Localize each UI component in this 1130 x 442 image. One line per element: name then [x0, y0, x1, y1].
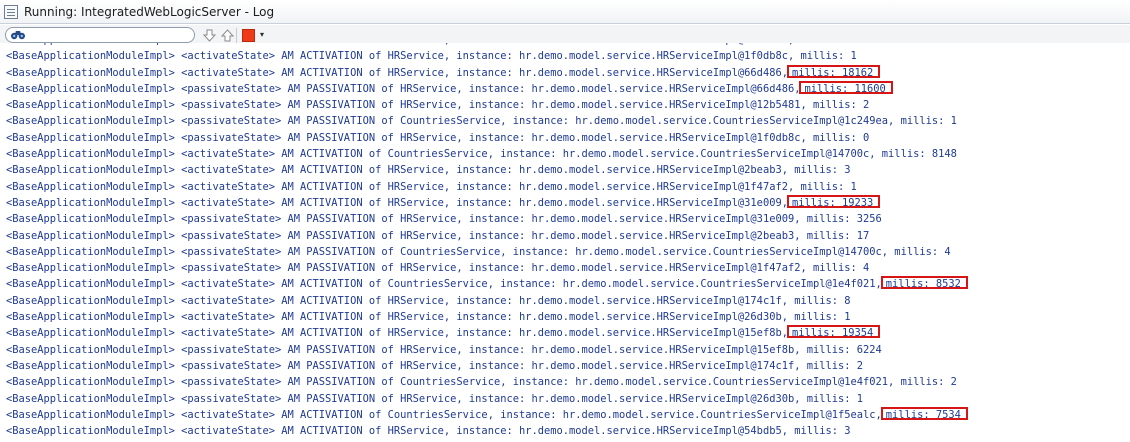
millis-highlight-box: millis: 19354	[786, 325, 881, 339]
log-line-text: <BaseApplicationModuleImpl> <passivateSt…	[6, 343, 882, 356]
log-line: <BaseApplicationModuleImpl> <activateSta…	[0, 48, 1130, 64]
log-line-text: <BaseApplicationModuleImpl> <passivateSt…	[6, 115, 957, 128]
log-line-highlighted: <BaseApplicationModuleImpl> <activateSta…	[0, 194, 1130, 211]
log-line: <BaseApplicationModuleImpl> <passivateSt…	[0, 358, 1130, 374]
log-line-text: <BaseApplicationModuleImpl> <activateSta…	[6, 196, 788, 209]
log-line: <BaseApplicationModuleImpl> <passivateSt…	[0, 342, 1130, 358]
window-title: Running: IntegratedWebLogicServer - Log	[24, 4, 275, 19]
log-line-highlighted: <BaseApplicationModuleImpl> <activateSta…	[0, 325, 1130, 341]
find-previous-button[interactable]	[218, 26, 236, 44]
log-line-text: <BaseApplicationModuleImpl> <activateSta…	[6, 148, 957, 161]
log-line-text: <BaseApplicationModuleImpl> <activateSta…	[6, 408, 882, 421]
log-line-text: <BaseApplicationModuleImpl> <passivateSt…	[6, 99, 870, 112]
log-line: <BaseApplicationModuleImpl> <activateSta…	[0, 146, 1130, 162]
log-line: <BaseApplicationModuleImpl> <passivateSt…	[0, 260, 1130, 276]
stop-options-dropdown[interactable]: ▾	[257, 26, 267, 44]
millis-highlight-box: millis: 8532	[880, 276, 968, 290]
millis-highlight-box: millis: 11600	[799, 80, 893, 95]
log-line-text: <BaseApplicationModuleImpl> <activateSta…	[6, 425, 851, 438]
log-line-text: <BaseApplicationModuleImpl> <activateSta…	[6, 164, 851, 177]
log-line-text: <BaseApplicationModuleImpl> <activateSta…	[6, 50, 857, 63]
find-next-button[interactable]	[200, 26, 218, 44]
log-line-text: <BaseApplicationModuleImpl> <passivateSt…	[6, 392, 864, 405]
log-output[interactable]: <BaseApplicationModuleImpl> <activateSta…	[0, 43, 1130, 442]
log-line: <BaseApplicationModuleImpl> <activateSta…	[0, 309, 1130, 325]
toolbar-separator	[236, 28, 237, 43]
millis-highlight-box: millis: 7534	[880, 406, 968, 421]
log-line-text: <BaseApplicationModuleImpl> <passivateSt…	[6, 245, 951, 258]
log-line: <BaseApplicationModuleImpl> <passivateSt…	[0, 113, 1130, 129]
log-lines: <BaseApplicationModuleImpl> <activateSta…	[0, 43, 1130, 439]
log-line-highlighted: <BaseApplicationModuleImpl> <activateSta…	[0, 276, 1130, 292]
log-line-text: <BaseApplicationModuleImpl> <passivateSt…	[6, 359, 864, 372]
log-line-highlighted: <BaseApplicationModuleImpl> <activateSta…	[0, 64, 1130, 81]
log-line-text: <BaseApplicationModuleImpl> <activateSta…	[6, 43, 857, 46]
log-line-text: <BaseApplicationModuleImpl> <passivateSt…	[6, 262, 870, 275]
log-line: <BaseApplicationModuleImpl> <passivateSt…	[0, 391, 1130, 407]
log-line-text: <BaseApplicationModuleImpl> <activateSta…	[6, 311, 851, 324]
arrow-up-icon	[220, 28, 234, 41]
log-line-text: <BaseApplicationModuleImpl> <passivateSt…	[6, 229, 870, 242]
log-line-text: <BaseApplicationModuleImpl> <passivateSt…	[6, 131, 870, 144]
log-line: <BaseApplicationModuleImpl> <activateSta…	[0, 179, 1130, 195]
log-line-highlighted: <BaseApplicationModuleImpl> <activateSta…	[0, 406, 1130, 423]
log-line-text: <BaseApplicationModuleImpl> <passivateSt…	[6, 213, 882, 226]
log-line-text: <BaseApplicationModuleImpl> <passivateSt…	[6, 82, 801, 95]
chevron-down-icon: ▾	[259, 30, 264, 39]
log-line: <BaseApplicationModuleImpl> <passivateSt…	[0, 374, 1130, 390]
stop-square-icon	[241, 28, 255, 42]
log-line: <BaseApplicationModuleImpl> <passivateSt…	[0, 228, 1130, 244]
log-window: Running: IntegratedWebLogicServer - Log	[0, 0, 1130, 442]
stop-button[interactable]	[240, 26, 256, 44]
log-line: <BaseApplicationModuleImpl> <activateSta…	[0, 293, 1130, 309]
log-line-text: <BaseApplicationModuleImpl> <activateSta…	[6, 66, 788, 79]
search-input[interactable]	[28, 28, 190, 42]
log-window-icon	[4, 4, 18, 19]
log-line-text: <BaseApplicationModuleImpl> <activateSta…	[6, 327, 788, 340]
log-line: <BaseApplicationModuleImpl> <activateSta…	[0, 162, 1130, 178]
log-line-text: <BaseApplicationModuleImpl> <passivateSt…	[6, 376, 957, 389]
log-line: <BaseApplicationModuleImpl> <passivateSt…	[0, 211, 1130, 227]
binoculars-icon[interactable]	[10, 29, 26, 41]
log-line-text: <BaseApplicationModuleImpl> <activateSta…	[6, 278, 882, 291]
millis-highlight-box: millis: 18162	[786, 64, 881, 79]
titlebar: Running: IntegratedWebLogicServer - Log	[0, 0, 1130, 24]
search-box[interactable]	[5, 27, 195, 43]
log-line-text: <BaseApplicationModuleImpl> <activateSta…	[6, 294, 851, 307]
log-line: <BaseApplicationModuleImpl> <passivateSt…	[0, 97, 1130, 113]
log-line-highlighted: <BaseApplicationModuleImpl> <passivateSt…	[0, 80, 1130, 97]
log-line: <BaseApplicationModuleImpl> <passivateSt…	[0, 130, 1130, 146]
log-line-text: <BaseApplicationModuleImpl> <activateSta…	[6, 180, 857, 193]
arrow-down-icon	[202, 29, 216, 42]
millis-highlight-box: millis: 19233	[786, 194, 881, 209]
log-line: <BaseApplicationModuleImpl> <passivateSt…	[0, 244, 1130, 260]
log-line: <BaseApplicationModuleImpl> <activateSta…	[0, 423, 1130, 439]
